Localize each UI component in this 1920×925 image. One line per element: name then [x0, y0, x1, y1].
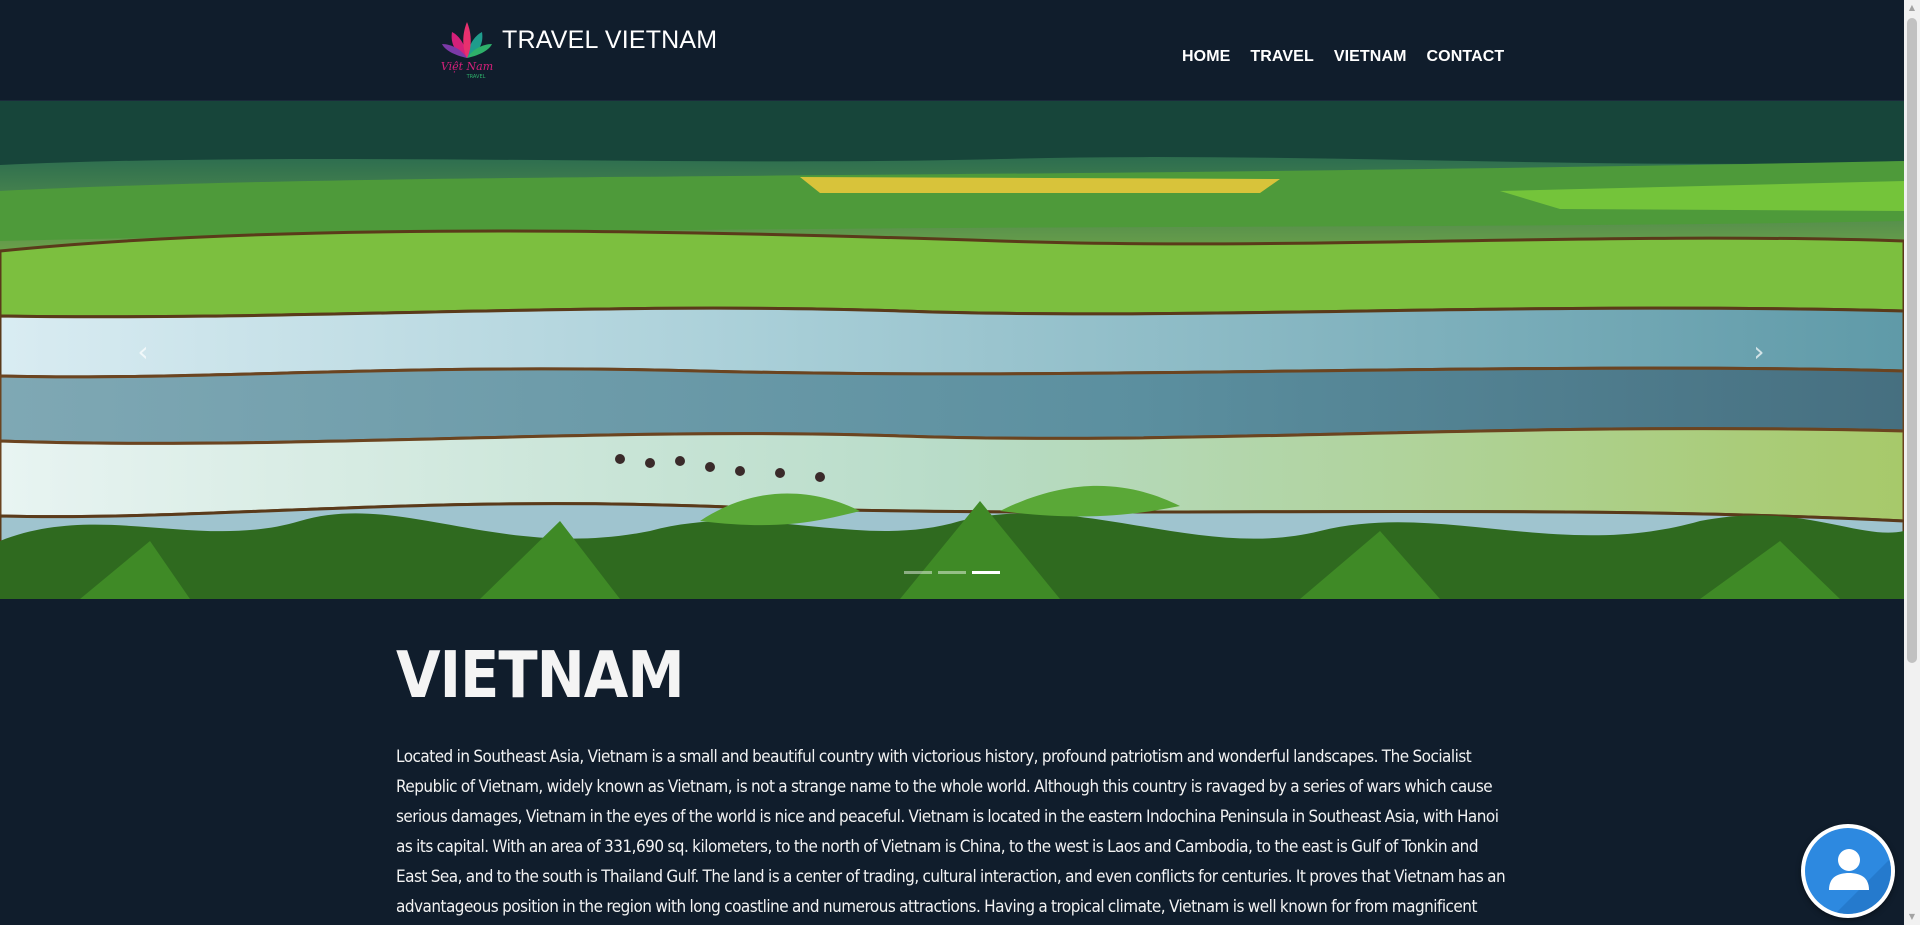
- nav-item-travel: TRAVEL: [1250, 46, 1313, 66]
- carousel-indicators: [904, 571, 1000, 574]
- chevron-right-icon: ›: [1753, 335, 1765, 368]
- page-title: VIETNAM: [396, 639, 685, 713]
- carousel-indicator-3[interactable]: [972, 571, 1000, 574]
- top-navbar: Việt Nam TRAVEL TRAVEL VIETNAM HOME TRAV…: [0, 0, 1904, 101]
- intro-paragraph: Located in Southeast Asia, Vietnam is a …: [396, 747, 1506, 916]
- chat-widget-inner: [1805, 828, 1891, 914]
- user-avatar-icon: [1829, 849, 1891, 914]
- nav-link-travel[interactable]: TRAVEL: [1250, 48, 1313, 65]
- nav-item-vietnam: VIETNAM: [1334, 46, 1407, 66]
- chat-widget-button[interactable]: [1801, 824, 1895, 918]
- hero-carousel: ‹ ›: [0, 101, 1904, 599]
- brand-link[interactable]: Việt Nam TRAVEL TRAVEL VIETNAM: [436, 14, 717, 80]
- scroll-down-icon[interactable]: ▼: [1904, 909, 1920, 925]
- nav-link-contact[interactable]: CONTACT: [1427, 48, 1505, 65]
- scroll-thumb[interactable]: [1907, 18, 1917, 663]
- chevron-left-icon: ‹: [137, 335, 149, 368]
- nav-link-home[interactable]: HOME: [1182, 48, 1230, 65]
- main-content: VIETNAM Located in Southeast Asia, Vietn…: [396, 640, 1512, 922]
- nav-link-vietnam[interactable]: VIETNAM: [1334, 48, 1407, 65]
- lotus-logo-icon: Việt Nam TRAVEL: [441, 22, 493, 80]
- logo-text: Việt Nam: [441, 60, 493, 73]
- rice-terraces-image: [0, 101, 1904, 599]
- carousel-prev-button[interactable]: ‹: [128, 337, 158, 367]
- carousel-indicator-2[interactable]: [938, 571, 966, 574]
- carousel-indicator-1[interactable]: [904, 571, 932, 574]
- logo-subtext: TRAVEL: [466, 74, 486, 80]
- nav-item-contact: CONTACT: [1427, 46, 1505, 66]
- scroll-up-icon[interactable]: ▲: [1904, 0, 1920, 16]
- main-nav: HOME TRAVEL VIETNAM CONTACT: [1182, 46, 1504, 66]
- vertical-scrollbar[interactable]: ▲ ▼: [1904, 0, 1920, 925]
- site-title: TRAVEL VIETNAM: [502, 25, 718, 54]
- carousel-next-button[interactable]: ›: [1744, 337, 1774, 367]
- nav-item-home: HOME: [1182, 46, 1230, 66]
